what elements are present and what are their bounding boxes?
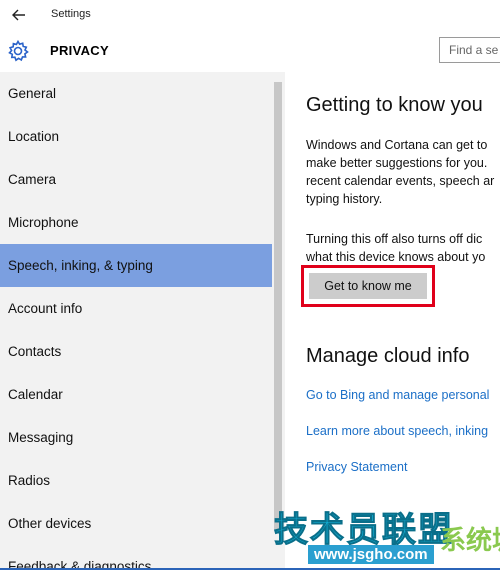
gear-icon bbox=[8, 39, 29, 62]
watermark: 技术员联盟 系统城 www.jsgho.com bbox=[268, 502, 500, 568]
watermark-url: www.jsgho.com bbox=[308, 545, 434, 564]
warning-paragraph: Turning this off also turns off dic what… bbox=[306, 232, 486, 264]
main-content: Getting to know you Windows and Cortana … bbox=[285, 72, 500, 570]
highlight-box: Get to know me bbox=[301, 265, 435, 307]
link-learn-more-speech[interactable]: Learn more about speech, inking bbox=[306, 424, 488, 438]
sidebar-item-camera[interactable]: Camera bbox=[0, 158, 272, 201]
sidebar-item-radios[interactable]: Radios bbox=[0, 459, 272, 502]
sidebar-item-location[interactable]: Location bbox=[0, 115, 272, 158]
app-title: Settings bbox=[51, 8, 91, 20]
sidebar-scrollbar[interactable] bbox=[274, 82, 282, 530]
section-title-getting-to-know-you: Getting to know you bbox=[306, 94, 483, 116]
sidebar-item-contacts[interactable]: Contacts bbox=[0, 330, 272, 373]
description-paragraph: Windows and Cortana can get to make bett… bbox=[306, 138, 495, 206]
sidebar-item-general[interactable]: General bbox=[0, 72, 272, 115]
sidebar-item-speech-inking-typing[interactable]: Speech, inking, & typing bbox=[0, 244, 272, 287]
sidebar-item-account-info[interactable]: Account info bbox=[0, 287, 272, 330]
search-input[interactable]: Find a se bbox=[439, 37, 500, 63]
sidebar: General Location Camera Microphone Speec… bbox=[0, 72, 285, 570]
watermark-title: 技术员联盟 bbox=[274, 511, 454, 550]
page-title: PRIVACY bbox=[50, 43, 109, 58]
get-to-know-me-button[interactable]: Get to know me bbox=[309, 273, 427, 299]
sidebar-item-feedback-diagnostics[interactable]: Feedback & diagnostics bbox=[0, 545, 272, 570]
link-bing-manage[interactable]: Go to Bing and manage personal bbox=[306, 388, 489, 402]
sidebar-item-other-devices[interactable]: Other devices bbox=[0, 502, 272, 545]
page-header: PRIVACY Find a se bbox=[0, 30, 500, 70]
back-arrow-icon bbox=[12, 9, 25, 21]
sidebar-item-microphone[interactable]: Microphone bbox=[0, 201, 272, 244]
section-title-manage-cloud-info: Manage cloud info bbox=[306, 345, 470, 367]
sidebar-item-messaging[interactable]: Messaging bbox=[0, 416, 272, 459]
watermark-side-text: 系统城 bbox=[440, 525, 500, 555]
back-button[interactable] bbox=[8, 5, 30, 25]
sidebar-item-calendar[interactable]: Calendar bbox=[0, 373, 272, 416]
link-privacy-statement[interactable]: Privacy Statement bbox=[306, 460, 407, 474]
title-bar: Settings bbox=[0, 0, 500, 30]
